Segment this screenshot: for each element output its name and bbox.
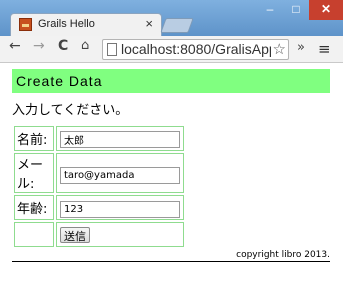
mail-label: メール: xyxy=(14,153,54,193)
star-icon[interactable]: ☆ xyxy=(270,40,286,58)
page-content: Create Data 入力してください。 名前: メール: 年齢: 送信 co… xyxy=(0,64,343,300)
tab-close-icon[interactable]: × xyxy=(145,16,153,31)
browser-title-bar: Grails Hello × – □ ✕ xyxy=(0,0,343,36)
submit-button[interactable]: 送信 xyxy=(60,227,90,243)
extensions-overflow-icon[interactable]: » xyxy=(297,40,305,55)
form-row-age: 年齢: xyxy=(14,195,184,220)
mail-input[interactable] xyxy=(60,166,180,184)
forward-icon[interactable]: → xyxy=(33,38,45,54)
close-window-button[interactable]: ✕ xyxy=(309,0,343,20)
home-icon[interactable]: ⌂ xyxy=(81,38,89,53)
menu-icon[interactable]: ≡ xyxy=(318,40,331,58)
name-input[interactable] xyxy=(60,131,180,148)
empty-cell xyxy=(14,222,54,247)
grails-favicon-icon xyxy=(19,18,32,31)
address-bar[interactable]: localhost:8080/GralisApp ☆ xyxy=(102,39,289,60)
tab-title: Grails Hello xyxy=(38,18,95,30)
age-input[interactable] xyxy=(60,201,180,218)
data-form: 名前: メール: 年齢: 送信 xyxy=(12,124,186,249)
reload-icon[interactable]: C xyxy=(58,38,68,54)
form-row-mail: メール: xyxy=(14,153,184,193)
copyright-text: copyright libro 2013. xyxy=(236,250,330,260)
maximize-button[interactable]: □ xyxy=(283,0,309,20)
age-label: 年齢: xyxy=(14,195,54,220)
form-row-name: 名前: xyxy=(14,126,184,151)
back-icon[interactable]: ← xyxy=(9,38,21,54)
page-icon xyxy=(107,43,117,56)
intro-text: 入力してください。 xyxy=(12,103,129,118)
url-text[interactable]: localhost:8080/GralisApp xyxy=(121,41,277,57)
browser-tab[interactable]: Grails Hello × xyxy=(10,13,162,36)
minimize-button[interactable]: – xyxy=(257,0,283,20)
name-label: 名前: xyxy=(14,126,54,151)
form-row-submit: 送信 xyxy=(14,222,184,247)
page-heading: Create Data xyxy=(12,69,330,93)
new-tab-button[interactable] xyxy=(160,18,194,33)
browser-toolbar: ← → C ⌂ localhost:8080/GralisApp ☆ » ≡ xyxy=(0,36,343,63)
footer-divider xyxy=(12,261,330,262)
